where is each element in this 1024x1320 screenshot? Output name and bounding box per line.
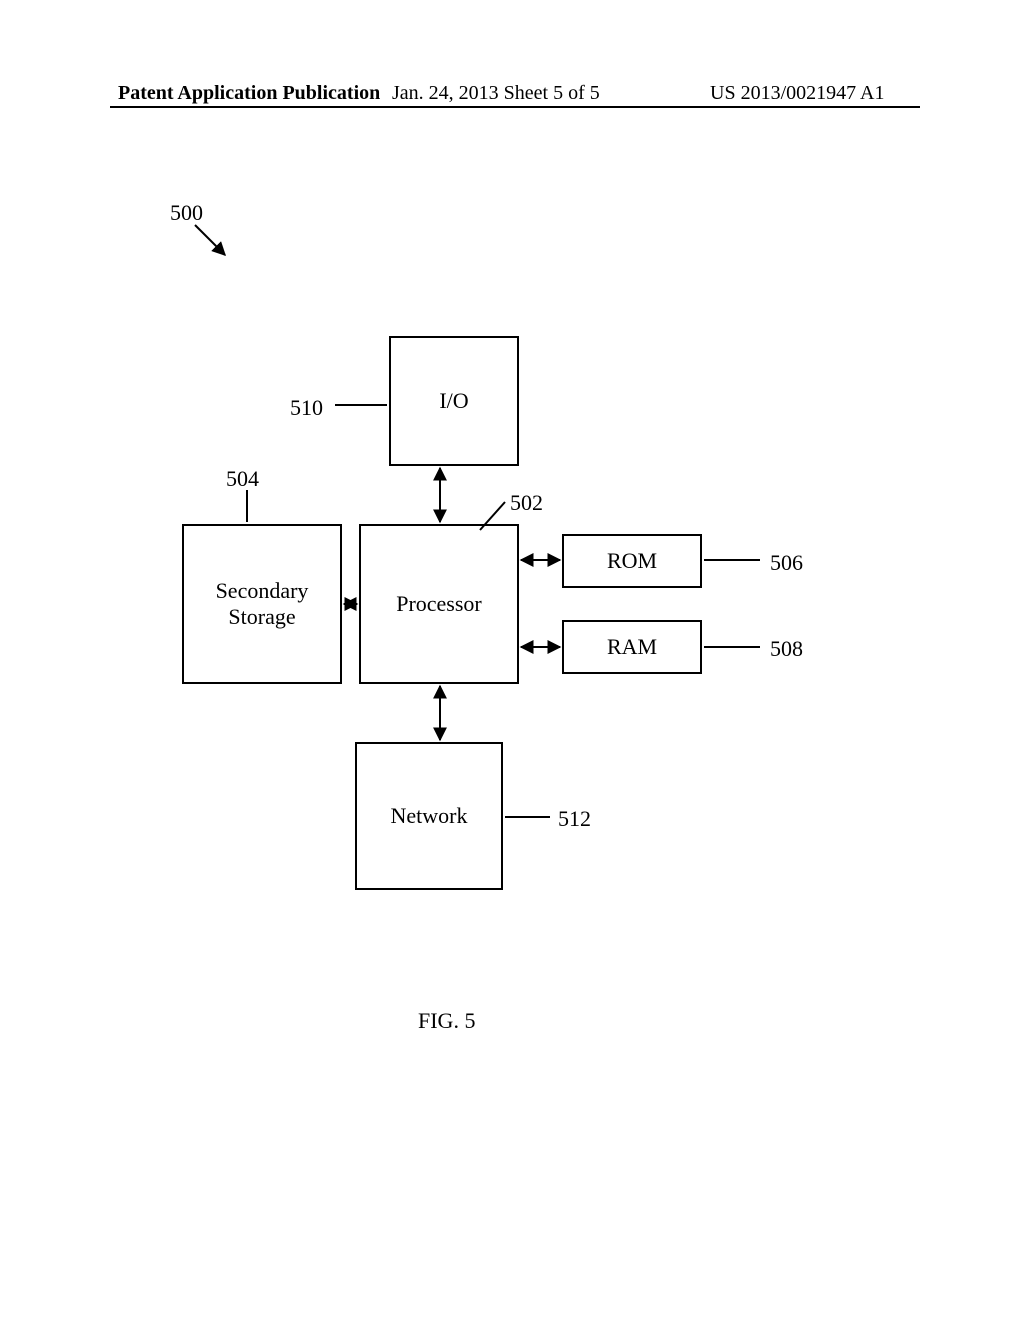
processor-block: Processor <box>359 524 519 684</box>
ref-506: 506 <box>770 550 803 576</box>
ref-510: 510 <box>290 395 323 421</box>
leader-500 <box>195 225 225 255</box>
figure-caption: FIG. 5 <box>418 1008 475 1034</box>
io-label: I/O <box>439 388 468 414</box>
processor-label: Processor <box>396 591 482 617</box>
ram-block: RAM <box>562 620 702 674</box>
ref-500: 500 <box>170 200 203 226</box>
ref-512: 512 <box>558 806 591 832</box>
network-label: Network <box>391 803 468 829</box>
block-diagram: I/O Processor Secondary Storage ROM RAM … <box>0 0 1024 1320</box>
secondary-storage-label: Secondary Storage <box>216 578 309 630</box>
secondary-storage-block: Secondary Storage <box>182 524 342 684</box>
io-block: I/O <box>389 336 519 466</box>
ram-label: RAM <box>607 634 657 660</box>
ref-504: 504 <box>226 466 259 492</box>
rom-block: ROM <box>562 534 702 588</box>
ref-508: 508 <box>770 636 803 662</box>
ref-502: 502 <box>510 490 543 516</box>
rom-label: ROM <box>607 548 657 574</box>
network-block: Network <box>355 742 503 890</box>
